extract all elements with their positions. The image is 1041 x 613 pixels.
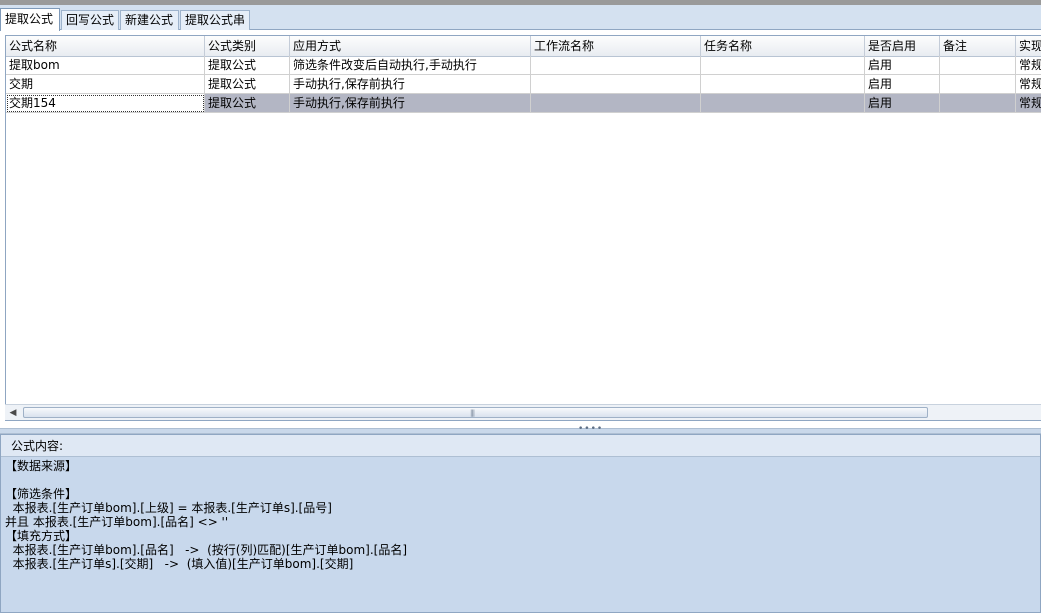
panel-title: 公式内容: xyxy=(1,435,1040,457)
col-header-enabled[interactable]: 是否启用 xyxy=(865,36,940,56)
cell-remark[interactable] xyxy=(940,94,1016,113)
content-line: 【数据来源】 xyxy=(5,459,78,473)
formula-content-panel: 公式内容: 【数据来源】 【筛选条件】 本报表.[生产订单bom].[上级] =… xyxy=(0,434,1041,613)
cell-task[interactable] xyxy=(701,56,865,75)
content-line: 并且 本报表.[生产订单bom].[品名] <> '' xyxy=(5,515,229,529)
content-line xyxy=(5,473,1035,487)
col-header-workflow[interactable]: 工作流名称 xyxy=(531,36,701,56)
cell-apply-mode[interactable]: 手动执行,保存前执行 xyxy=(290,94,531,113)
table-row[interactable]: 提取bom 提取公式 筛选条件改变后自动执行,手动执行 启用 常规 xyxy=(6,56,1041,75)
col-header-apply-mode[interactable]: 应用方式 xyxy=(290,36,531,56)
col-header-remark[interactable]: 备注 xyxy=(940,36,1016,56)
tab-new-formula[interactable]: 新建公式 xyxy=(120,10,179,30)
cell-category[interactable]: 提取公式 xyxy=(205,75,290,94)
cell-enabled[interactable]: 启用 xyxy=(865,94,940,113)
content-line: 本报表.[生产订单s].[交期] -> (填入值)[生产订单bom].[交期] xyxy=(5,557,354,571)
table-row[interactable]: 交期 提取公式 手动执行,保存前执行 启用 常规 xyxy=(6,75,1041,94)
cell-apply-mode[interactable]: 手动执行,保存前执行 xyxy=(290,75,531,94)
cell-enabled[interactable]: 启用 xyxy=(865,75,940,94)
cell-name[interactable]: 交期154 xyxy=(6,94,205,113)
splitter-grip-icon: •••• xyxy=(578,424,604,434)
col-header-task[interactable]: 任务名称 xyxy=(701,36,865,56)
cell-enabled[interactable]: 启用 xyxy=(865,56,940,75)
cell-category[interactable]: 提取公式 xyxy=(205,56,290,75)
scroll-left-icon[interactable]: ◀ xyxy=(7,407,19,419)
content-line: 本报表.[生产订单bom].[品名] -> (按行(列)匹配)[生产订单bom]… xyxy=(5,543,408,557)
cell-task[interactable] xyxy=(701,75,865,94)
tab-extract-formula-string[interactable]: 提取公式串 xyxy=(180,10,250,30)
scrollbar-thumb[interactable]: ||| xyxy=(23,407,928,418)
cell-apply-mode[interactable]: 筛选条件改变后自动执行,手动执行 xyxy=(290,56,531,75)
tab-writeback-formula[interactable]: 回写公式 xyxy=(61,10,119,30)
cell-workflow[interactable] xyxy=(531,56,701,75)
tab-extract-formula[interactable]: 提取公式 xyxy=(0,8,60,31)
grid-header: 公式名称 公式类别 应用方式 工作流名称 任务名称 是否启用 备注 实现 xyxy=(6,36,1041,57)
cell-impl[interactable]: 常规 xyxy=(1016,94,1041,113)
cell-remark[interactable] xyxy=(940,75,1016,94)
col-header-category[interactable]: 公式类别 xyxy=(205,36,290,56)
cell-remark[interactable] xyxy=(940,56,1016,75)
tab-bar: 提取公式 回写公式 新建公式 提取公式串 xyxy=(0,5,1041,31)
formula-grid: 公式名称 公式类别 应用方式 工作流名称 任务名称 是否启用 备注 实现 提取b… xyxy=(5,35,1041,421)
cell-name[interactable]: 交期 xyxy=(6,75,205,94)
cell-workflow[interactable] xyxy=(531,94,701,113)
table-row-selected[interactable]: 交期154 提取公式 手动执行,保存前执行 启用 常规 xyxy=(6,94,1041,113)
col-header-impl[interactable]: 实现 xyxy=(1016,36,1041,56)
formula-content-text: 【数据来源】 【筛选条件】 本报表.[生产订单bom].[上级] = 本报表.[… xyxy=(5,459,1035,571)
cell-category[interactable]: 提取公式 xyxy=(205,94,290,113)
cell-task[interactable] xyxy=(701,94,865,113)
content-line: 本报表.[生产订单bom].[上级] = 本报表.[生产订单s].[品号] xyxy=(5,501,332,515)
cell-name[interactable]: 提取bom xyxy=(6,56,205,75)
content-line: 【筛选条件】 xyxy=(5,487,78,501)
cell-workflow[interactable] xyxy=(531,75,701,94)
scrollbar-grip: ||| xyxy=(470,409,475,417)
cell-impl[interactable]: 常规 xyxy=(1016,75,1041,94)
horizontal-scrollbar[interactable]: ◀ ||| xyxy=(5,404,1041,420)
cell-impl[interactable]: 常规 xyxy=(1016,56,1041,75)
content-line: 【填充方式】 xyxy=(5,529,78,543)
col-header-name[interactable]: 公式名称 xyxy=(6,36,205,56)
